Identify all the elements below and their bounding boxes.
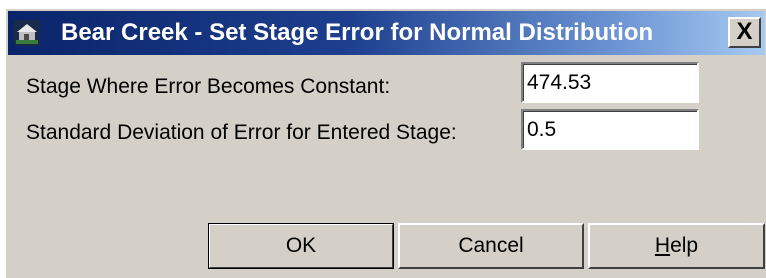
close-button[interactable]: X <box>728 17 761 48</box>
stddev-label: Standard Deviation of Error for Entered … <box>26 121 457 144</box>
help-button[interactable]: Help <box>588 223 765 269</box>
ok-button[interactable]: OK <box>208 223 394 269</box>
help-button-label: elp <box>670 234 699 257</box>
stage-input[interactable] <box>521 62 699 103</box>
cancel-button[interactable]: Cancel <box>398 223 584 269</box>
help-hotkey: H <box>654 234 671 257</box>
window-title: Bear Creek - Set Stage Error for Normal … <box>61 19 654 46</box>
dialog-window: Bear Creek - Set Stage Error for Normal … <box>5 8 766 278</box>
ok-button-label: OK <box>285 234 317 257</box>
title-bar[interactable]: Bear Creek - Set Stage Error for Normal … <box>8 11 765 55</box>
stddev-input[interactable] <box>521 109 699 150</box>
stage-label: Stage Where Error Becomes Constant: <box>26 75 391 98</box>
cancel-button-label: Cancel <box>458 234 524 257</box>
app-icon <box>14 20 40 46</box>
